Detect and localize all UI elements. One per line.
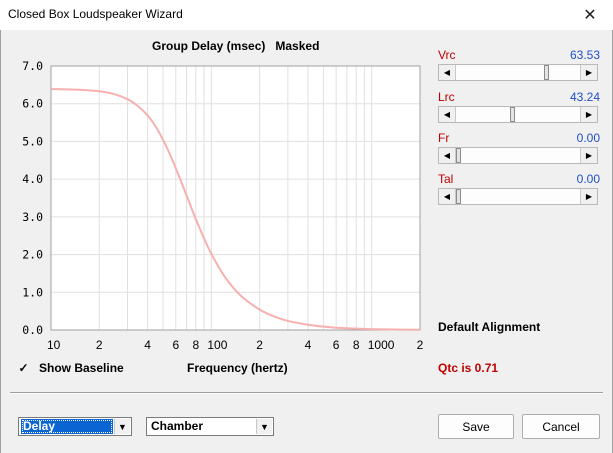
scroll-right-icon[interactable]: ▶ [580,148,597,163]
x-tick-label: 6 [333,338,340,352]
fr-slider[interactable]: ◀ ▶ [438,147,598,164]
vrc-slider-track[interactable] [456,65,580,80]
y-tick-label: 6.0 [22,97,43,111]
tal-slider[interactable]: ◀ ▶ [438,188,598,205]
view-select-value[interactable]: Delay [21,419,113,434]
y-tick-label: 7.0 [22,59,43,73]
chamber-select[interactable]: Chamber ▼ [146,417,274,436]
tal-slider-track[interactable] [456,189,580,204]
y-tick-label: 3.0 [22,210,43,224]
save-button[interactable]: Save [438,414,514,439]
scroll-left-icon[interactable]: ◀ [439,107,456,122]
param-vrc-label: Vrc [438,48,456,62]
x-tick-label: 2 [417,338,424,352]
x-tick-label: 100 [207,338,227,352]
x-tick-label: 6 [172,338,179,352]
y-tick-label: 1.0 [22,285,43,299]
qtc-label: Qtc is 0.71 [438,361,499,375]
scroll-left-icon[interactable]: ◀ [439,189,456,204]
x-tick-label: 4 [144,338,151,352]
param-tal-value: 0.00 [576,172,600,186]
scroll-left-icon[interactable]: ◀ [439,65,456,80]
scroll-right-icon[interactable]: ▶ [580,189,597,204]
cancel-button[interactable]: Cancel [522,414,600,439]
chevron-down-icon[interactable]: ▼ [114,419,130,434]
fr-slider-thumb[interactable] [456,148,461,163]
vrc-slider[interactable]: ◀ ▶ [438,64,598,81]
x-tick-label: 2 [256,338,263,352]
divider [10,392,603,394]
show-baseline-checkbox[interactable]: ✓ Show Baseline [18,361,124,375]
chamber-select-value[interactable]: Chamber [149,419,203,434]
x-tick-label: 4 [305,338,312,352]
y-tick-label: 2.0 [22,248,43,262]
param-lrc-label: Lrc [438,90,455,104]
param-vrc-value: 63.53 [569,48,600,62]
param-fr-value: 0.00 [576,131,600,145]
x-axis-title: Frequency (hertz) [187,361,288,375]
y-tick-label: 5.0 [22,134,43,148]
view-select[interactable]: Delay ▼ [18,417,132,436]
scroll-right-icon[interactable]: ▶ [580,65,597,80]
param-fr-label: Fr [438,131,450,145]
y-tick-label: 4.0 [22,172,43,186]
show-baseline-label[interactable]: Show Baseline [39,361,124,375]
lrc-slider[interactable]: ◀ ▶ [438,106,598,123]
default-alignment-label: Default Alignment [438,320,541,334]
x-tick-label: 8 [192,338,199,352]
y-tick-label: 0.0 [22,323,43,337]
lrc-slider-track[interactable] [456,107,580,122]
x-tick-label: 2 [96,338,103,352]
x-tick-label: 1000 [368,338,395,352]
lrc-slider-thumb[interactable] [510,107,515,122]
chevron-down-icon[interactable]: ▼ [256,419,272,434]
scroll-right-icon[interactable]: ▶ [580,107,597,122]
param-tal-label: Tal [438,172,454,186]
save-button-label: Save [462,419,490,434]
scroll-left-icon[interactable]: ◀ [439,148,456,163]
checkmark-icon[interactable]: ✓ [18,361,29,375]
fr-slider-track[interactable] [456,148,580,163]
vrc-slider-thumb[interactable] [544,65,549,80]
x-tick-label: 10 [47,338,61,352]
cancel-button-label: Cancel [542,419,580,434]
param-lrc-value: 43.24 [569,90,600,104]
x-tick-label: 8 [353,338,360,352]
tal-slider-thumb[interactable] [456,189,461,204]
